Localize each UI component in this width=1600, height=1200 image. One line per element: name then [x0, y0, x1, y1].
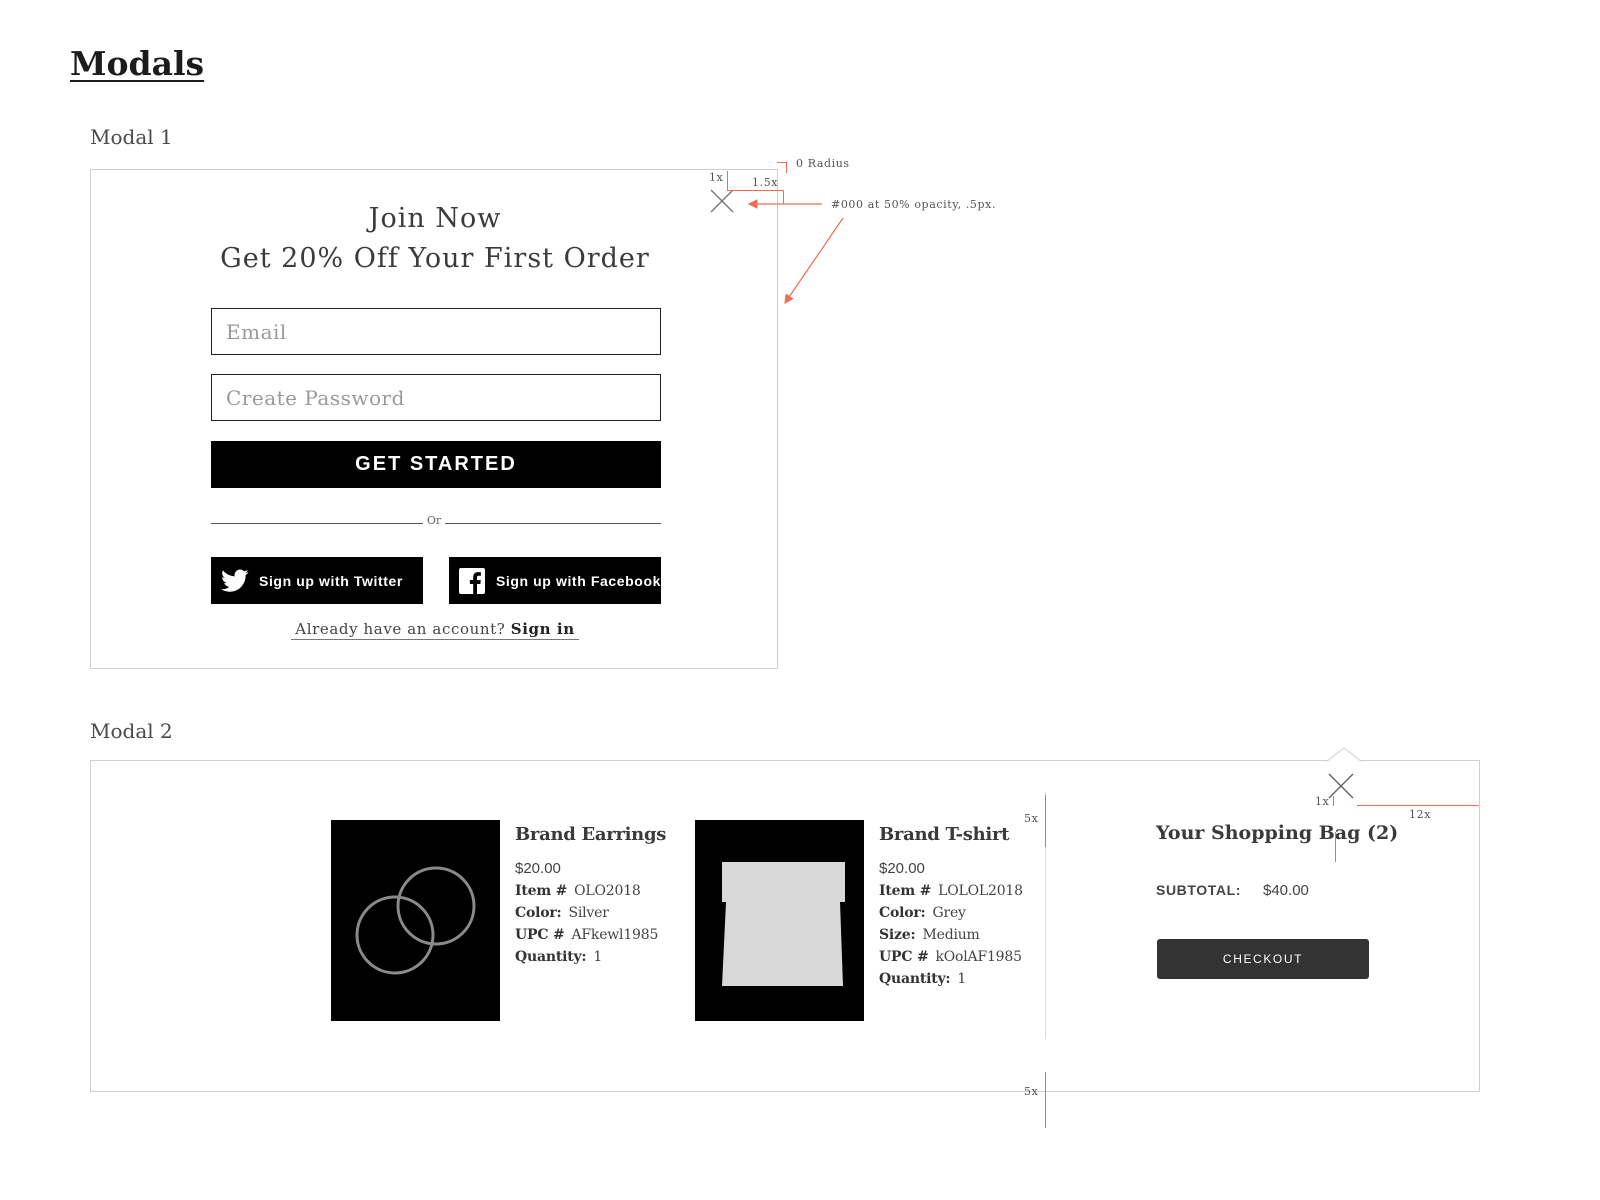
product-image-earrings[interactable] — [331, 820, 500, 1021]
detail-value: kOolAF1985 — [935, 949, 1022, 965]
detail-key: UPC # — [515, 927, 565, 943]
tshirt-icon — [722, 862, 845, 986]
account-prompt-text: Already have an account? — [295, 620, 506, 638]
product-name[interactable]: Brand T-shirt — [879, 824, 1009, 845]
product-detail-item: Item # LOLOL2018 — [879, 883, 1023, 899]
modal2-section-label: Modal 2 — [90, 719, 173, 743]
detail-value: Grey — [932, 905, 966, 921]
product-detail-color: Color: Grey — [879, 905, 966, 921]
detail-value: LOLOL2018 — [938, 883, 1023, 899]
facebook-signup-button[interactable]: Sign up with Facebook — [449, 557, 661, 604]
detail-value: OLO2018 — [574, 883, 641, 899]
spec-divider-top-line — [1045, 795, 1046, 847]
detail-key: Quantity: — [515, 949, 587, 965]
signin-prompt: Already have an account? Sign in — [91, 620, 779, 640]
spec-close-left: 1x — [1315, 795, 1330, 808]
twitter-signup-button[interactable]: Sign up with Twitter — [211, 557, 423, 604]
radius-marker-top — [777, 162, 786, 163]
spec-divider-bottom: 5x — [1024, 1085, 1039, 1098]
modal-caret — [1326, 747, 1362, 763]
facebook-icon — [458, 566, 487, 596]
signin-prompt-wrapper: Already have an account? Sign in — [291, 620, 579, 640]
product-price: $20.00 — [515, 860, 561, 877]
subtotal-label: SUBTOTAL: — [1156, 882, 1241, 898]
twitter-signup-label: Sign up with Twitter — [259, 572, 403, 589]
detail-key: Color: — [879, 905, 926, 921]
detail-value: 1 — [957, 971, 967, 987]
close-icon[interactable] — [1327, 772, 1355, 800]
detail-key: Color: — [515, 905, 562, 921]
detail-value: AFkewl1985 — [571, 927, 659, 943]
product-detail-upc: UPC # kOolAF1985 — [879, 949, 1022, 965]
spec-close-right-line — [1357, 805, 1479, 806]
product-name[interactable]: Brand Earrings — [515, 824, 666, 845]
divider-line-right — [445, 523, 661, 524]
spec-close-left-tick — [1333, 796, 1334, 806]
divider-line-left — [211, 523, 423, 524]
detail-key: Size: — [879, 927, 916, 943]
password-field[interactable] — [211, 374, 661, 421]
detail-key: UPC # — [879, 949, 929, 965]
shopping-bag-title: Your Shopping Bag (2) — [1156, 822, 1399, 844]
subtotal-value: $40.00 — [1263, 882, 1309, 899]
spec-divider-bottom-line — [1045, 1072, 1046, 1128]
spec-close-right: 12x — [1409, 808, 1432, 821]
spec-divider-top: 5x — [1024, 812, 1039, 825]
spec-radius: 0 Radius — [796, 157, 850, 170]
product-detail-quantity: Quantity: 1 — [879, 971, 966, 987]
facebook-signup-label: Sign up with Facebook — [495, 572, 661, 589]
product-image-tshirt[interactable] — [695, 820, 864, 1021]
product-detail-quantity: Quantity: 1 — [515, 949, 602, 965]
detail-value: Medium — [922, 927, 980, 943]
detail-key: Item # — [879, 883, 932, 899]
modal1-section-label: Modal 1 — [90, 125, 173, 149]
signin-link[interactable]: Sign in — [511, 620, 575, 638]
email-field[interactable] — [211, 308, 661, 355]
spec-line-vertical — [727, 171, 728, 191]
detail-value: Silver — [568, 905, 609, 921]
product-detail-upc: UPC # AFkewl1985 — [515, 927, 658, 943]
detail-key: Quantity: — [879, 971, 951, 987]
signup-modal: Join Now Get 20% Off Your First Order GE… — [90, 169, 778, 669]
shopping-bag-modal: Brand Earrings $20.00 Item # OLO2018 Colo… — [90, 747, 1480, 1092]
twitter-icon — [220, 566, 250, 596]
spec-close-offset-right: 1.5x — [752, 176, 779, 189]
page-title: Modals — [70, 44, 205, 83]
checkout-button[interactable]: CHECKOUT — [1157, 939, 1369, 979]
modal-subtitle: Get 20% Off Your First Order — [220, 243, 650, 274]
modal-title: Join Now — [368, 203, 502, 234]
spec-close-offset-top: 1x — [709, 171, 724, 184]
radius-marker-side — [786, 162, 787, 173]
spec-border: #000 at 50% opacity, .5px. — [831, 198, 997, 211]
close-icon[interactable] — [709, 188, 735, 214]
product-detail-item: Item # OLO2018 — [515, 883, 641, 899]
product-price: $20.00 — [879, 860, 925, 877]
product-detail-size: Size: Medium — [879, 927, 980, 943]
spec-line-right — [783, 190, 784, 204]
spec-line-horizontal — [727, 190, 783, 191]
product-detail-color: Color: Silver — [515, 905, 609, 921]
detail-value: 1 — [593, 949, 603, 965]
earrings-icon — [355, 866, 476, 975]
get-started-button[interactable]: GET STARTED — [211, 441, 661, 488]
detail-key: Item # — [515, 883, 568, 899]
or-divider-text: Or — [426, 514, 442, 527]
spec-title-line — [1335, 832, 1336, 862]
